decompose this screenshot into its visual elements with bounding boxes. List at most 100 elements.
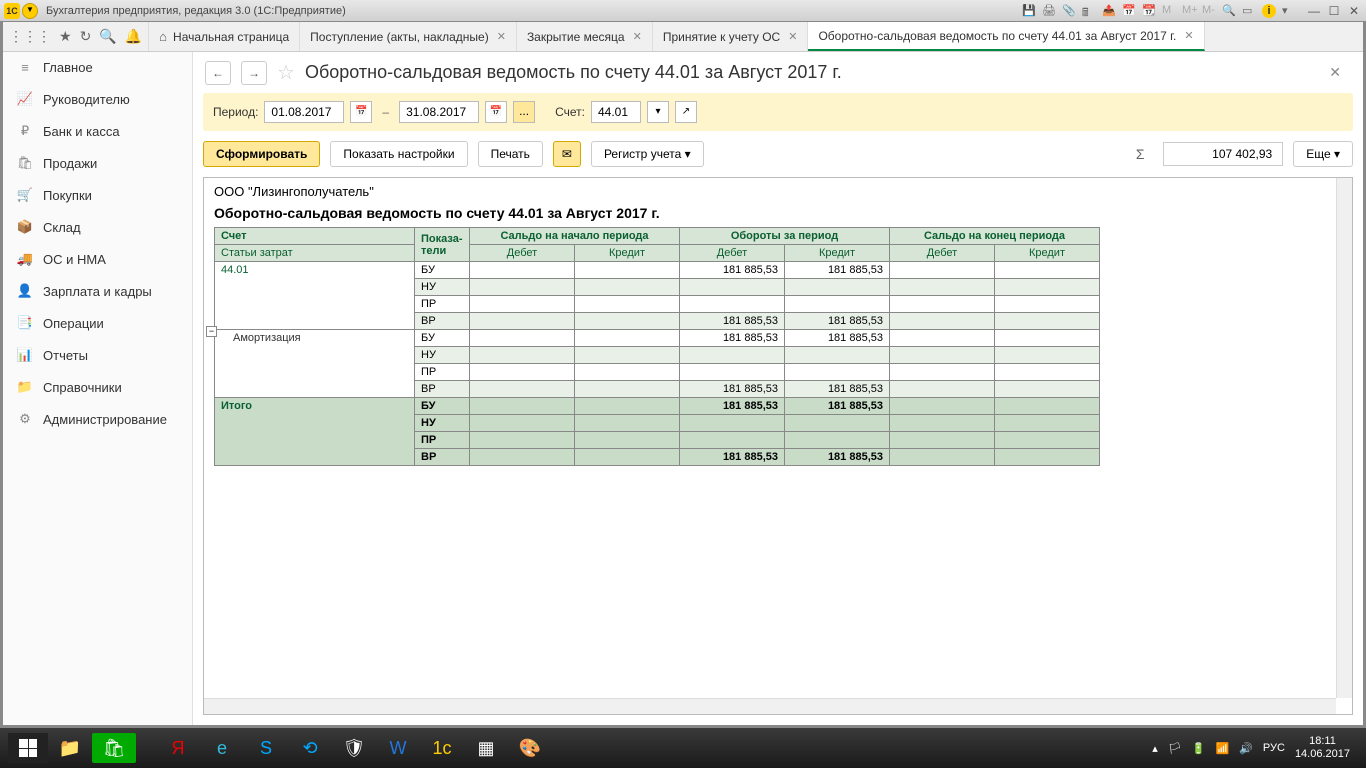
sidebar-item[interactable]: 👤Зарплата и кадры [3, 275, 192, 307]
mplus-icon[interactable]: M+ [1182, 4, 1196, 18]
close-button[interactable]: ✕ [1346, 4, 1362, 18]
tray-battery-icon[interactable]: 🔋 [1192, 742, 1206, 755]
sidebar-label: Отчеты [43, 348, 88, 363]
scrollbar-horizontal[interactable] [204, 698, 1336, 714]
show-settings-button[interactable]: Показать настройки [330, 141, 467, 167]
date-icon[interactable]: 📆 [1142, 4, 1156, 18]
tray-sound-icon[interactable]: 🔊 [1239, 742, 1253, 755]
sidebar-label: Продажи [43, 156, 97, 171]
taskbar-word-icon[interactable]: W [376, 733, 420, 763]
taskbar-skype-icon[interactable]: S [244, 733, 288, 763]
sidebar-item[interactable]: 🛍Продажи [3, 147, 192, 179]
sidebar-icon: 📦 [15, 219, 35, 235]
taskbar-store-icon[interactable]: 🛍 [92, 733, 136, 763]
maximize-button[interactable]: ☐ [1326, 4, 1342, 18]
dash-separator: – [382, 105, 389, 119]
save-icon[interactable]: 💾 [1022, 4, 1036, 18]
sidebar-label: Справочники [43, 380, 122, 395]
more-button[interactable]: Еще ▾ [1293, 141, 1353, 167]
zoom-icon[interactable]: 🔍 [1222, 4, 1236, 18]
sidebar-label: Операции [43, 316, 104, 331]
sidebar-item[interactable]: 📈Руководителю [3, 83, 192, 115]
tray-expand-icon[interactable]: ▴ [1152, 742, 1158, 755]
minimize-button[interactable]: — [1306, 4, 1322, 18]
history-icon[interactable]: ↻ [80, 28, 92, 45]
sidebar-item[interactable]: ≡Главное [3, 52, 192, 83]
close-page-button[interactable]: ✕ [1319, 64, 1351, 81]
back-button[interactable]: ← [205, 61, 231, 85]
star-icon[interactable]: ☆ [277, 60, 295, 85]
calendar-icon[interactable]: 📅 [1122, 4, 1136, 18]
page-title: Оборотно-сальдовая ведомость по счету 44… [305, 62, 1309, 83]
sidebar-item[interactable]: 📊Отчеты [3, 339, 192, 371]
tab-close-icon[interactable]: ✕ [1184, 29, 1193, 42]
scrollbar-vertical[interactable] [1336, 178, 1352, 698]
account-dropdown-button[interactable]: ▾ [647, 101, 669, 123]
email-button[interactable]: ✉ [553, 141, 581, 167]
tray-flag-icon[interactable]: 🏳 [1168, 742, 1182, 755]
period-from-input[interactable] [264, 101, 344, 123]
account-open-button[interactable]: ↗ [675, 101, 697, 123]
panel-icon[interactable]: ▭ [1242, 4, 1256, 18]
taskbar-ie-icon[interactable]: e [200, 733, 244, 763]
sidebar-label: Руководителю [43, 92, 130, 107]
notify-icon[interactable]: 🔔 [125, 28, 142, 45]
tab[interactable]: Поступление (акты, накладные)✕ [300, 22, 517, 51]
windows-taskbar: 📁 🛍 Я e S ⟲ 🛡 W 1c ▦ 🎨 ▴ 🏳 🔋 📶 🔊 РУС 18:… [0, 728, 1366, 768]
compare-icon[interactable]: 📎 [1062, 4, 1076, 18]
report-area: ООО "Лизингополучатель" Оборотно-сальдов… [203, 177, 1353, 715]
sidebar-icon: 👤 [15, 283, 35, 299]
favorite-icon[interactable]: ★ [59, 28, 72, 45]
sidebar-item[interactable]: 📦Склад [3, 211, 192, 243]
taskbar-shield-icon[interactable]: 🛡 [332, 733, 376, 763]
period-to-input[interactable] [399, 101, 479, 123]
dropdown-icon[interactable]: ▼ [22, 3, 38, 19]
tab-close-icon[interactable]: ✕ [788, 30, 797, 43]
calendar-from-button[interactable]: 📅 [350, 101, 372, 123]
period-picker-button[interactable]: ... [513, 101, 535, 123]
tab-label: Начальная страница [173, 30, 289, 44]
sidebar-item[interactable]: ⚙Администрирование [3, 403, 192, 435]
forward-button[interactable]: → [241, 61, 267, 85]
sidebar-label: Банк и касса [43, 124, 120, 139]
sidebar-item[interactable]: 🛒Покупки [3, 179, 192, 211]
tray-lang[interactable]: РУС [1263, 742, 1285, 754]
tab-close-icon[interactable]: ✕ [497, 30, 506, 43]
start-button[interactable] [8, 733, 48, 763]
taskbar-app-icon[interactable]: ▦ [464, 733, 508, 763]
calc-icon[interactable]: 🖩 [1082, 4, 1096, 18]
tray-network-icon[interactable]: 📶 [1216, 742, 1230, 755]
tree-collapse-button[interactable]: − [206, 326, 217, 337]
export-icon[interactable]: 📤 [1102, 4, 1116, 18]
tab[interactable]: Закрытие месяца✕ [517, 22, 653, 51]
tab-close-icon[interactable]: ✕ [633, 30, 642, 43]
sidebar-icon: 🛒 [15, 187, 35, 203]
apps-icon[interactable]: ⋮⋮⋮ [9, 28, 51, 45]
tab[interactable]: ⌂Начальная страница [149, 22, 300, 51]
sidebar-item[interactable]: 🚚ОС и НМА [3, 243, 192, 275]
print-icon[interactable]: 🖨 [1042, 4, 1056, 18]
m-icon[interactable]: M [1162, 4, 1176, 18]
account-input[interactable] [591, 101, 641, 123]
search-icon[interactable]: 🔍 [99, 28, 116, 45]
sum-display: 107 402,93 [1163, 142, 1283, 166]
print-button[interactable]: Печать [478, 141, 543, 167]
calendar-to-button[interactable]: 📅 [485, 101, 507, 123]
sidebar-label: Главное [43, 60, 93, 75]
taskbar-explorer-icon[interactable]: 📁 [48, 733, 92, 763]
taskbar-teamviewer-icon[interactable]: ⟲ [288, 733, 332, 763]
register-button[interactable]: Регистр учета ▾ [591, 141, 704, 167]
mminus-icon[interactable]: M- [1202, 4, 1216, 18]
tab[interactable]: Принятие к учету ОС✕ [653, 22, 809, 51]
info-icon[interactable]: i [1262, 4, 1276, 18]
dropdown2-icon[interactable]: ▾ [1282, 4, 1296, 18]
taskbar-paint-icon[interactable]: 🎨 [508, 733, 552, 763]
generate-button[interactable]: Сформировать [203, 141, 320, 167]
taskbar-yandex-icon[interactable]: Я [156, 733, 200, 763]
tab[interactable]: Оборотно-сальдовая ведомость по счету 44… [808, 22, 1204, 51]
tray-clock[interactable]: 18:11 14.06.2017 [1295, 735, 1350, 761]
sidebar-item[interactable]: 📑Операции [3, 307, 192, 339]
sidebar-item[interactable]: ₽Банк и касса [3, 115, 192, 147]
sidebar-item[interactable]: 📁Справочники [3, 371, 192, 403]
taskbar-1c-icon[interactable]: 1c [420, 733, 464, 763]
